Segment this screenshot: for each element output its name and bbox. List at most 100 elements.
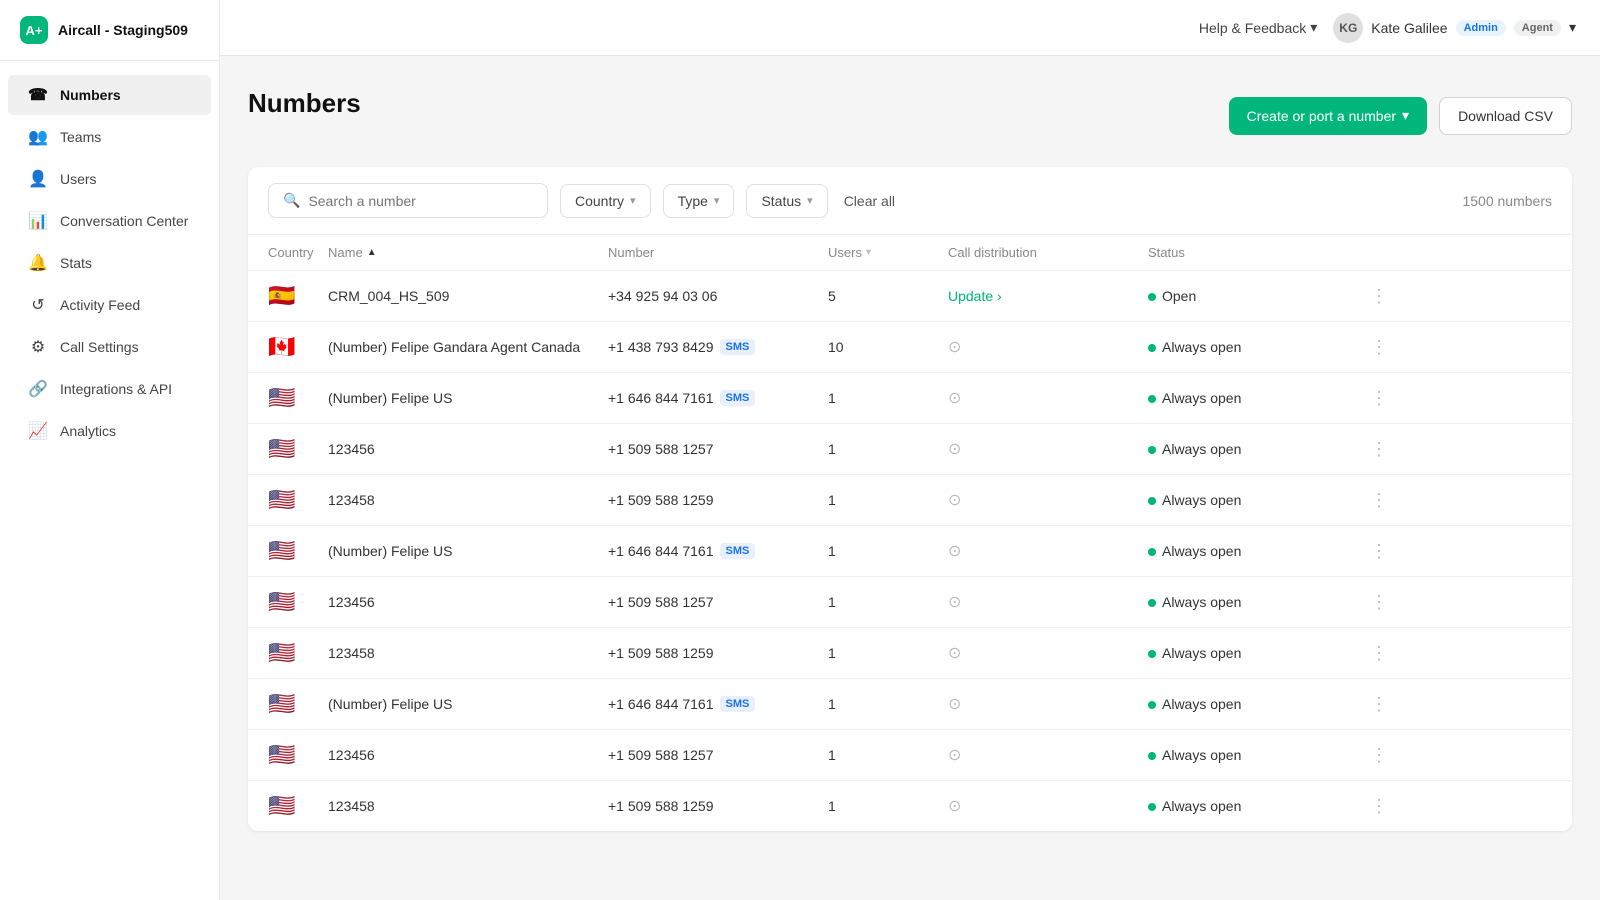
row-more-button[interactable]: ⋮	[1348, 796, 1388, 817]
row-distribution: ⊙	[948, 388, 1148, 408]
row-distribution: ⊙	[948, 694, 1148, 714]
status-dot	[1148, 803, 1156, 811]
sidebar-item-teams[interactable]: 👥 Teams	[8, 117, 211, 157]
table-row: 🇺🇸 (Number) Felipe US +1 646 844 7161SMS…	[248, 526, 1572, 577]
row-status: Always open	[1148, 492, 1348, 508]
sidebar-item-integrations[interactable]: 🔗 Integrations & API	[8, 369, 211, 409]
row-name: (Number) Felipe US	[328, 696, 608, 712]
help-label: Help & Feedback	[1199, 20, 1306, 36]
row-more-button[interactable]: ⋮	[1348, 592, 1388, 613]
col-status: Status	[1148, 245, 1348, 260]
status-filter-button[interactable]: Status ▾	[746, 184, 827, 218]
row-number: +1 509 588 1259	[608, 798, 828, 814]
user-menu[interactable]: KG Kate Galilee Admin Agent ▾	[1333, 13, 1576, 43]
help-feedback-button[interactable]: Help & Feedback ▾	[1199, 19, 1317, 36]
sms-badge: SMS	[720, 390, 756, 406]
topbar: Help & Feedback ▾ KG Kate Galilee Admin …	[220, 0, 1600, 56]
type-chevron-icon: ▾	[714, 194, 720, 207]
row-name: CRM_004_HS_509	[328, 288, 608, 304]
row-status: Always open	[1148, 543, 1348, 559]
row-more-button[interactable]: ⋮	[1348, 745, 1388, 766]
row-number: +1 646 844 7161SMS	[608, 696, 828, 712]
flag-icon: 🇨🇦	[268, 334, 328, 360]
row-more-button[interactable]: ⋮	[1348, 388, 1388, 409]
row-more-button[interactable]: ⋮	[1348, 337, 1388, 358]
row-name: (Number) Felipe US	[328, 543, 608, 559]
row-more-button[interactable]: ⋮	[1348, 541, 1388, 562]
table-row: 🇨🇦 (Number) Felipe Gandara Agent Canada …	[248, 322, 1572, 373]
row-more-button[interactable]: ⋮	[1348, 643, 1388, 664]
sms-badge: SMS	[720, 696, 756, 712]
user-name: Kate Galilee	[1371, 20, 1447, 36]
row-more-button[interactable]: ⋮	[1348, 694, 1388, 715]
search-icon: 🔍	[283, 192, 300, 209]
check-icon: ⊙	[948, 441, 961, 458]
activity-icon: ↺	[28, 295, 48, 315]
row-number: +1 646 844 7161SMS	[608, 543, 828, 559]
row-name: 123456	[328, 747, 608, 763]
row-users: 1	[828, 594, 948, 610]
row-distribution: ⊙	[948, 337, 1148, 357]
row-number: +1 509 588 1257	[608, 747, 828, 763]
search-input[interactable]	[308, 193, 533, 209]
status-dot	[1148, 497, 1156, 505]
update-link[interactable]: Update ›	[948, 288, 1148, 304]
table-body: 🇪🇸 CRM_004_HS_509 +34 925 94 03 06 5 Upd…	[248, 271, 1572, 831]
row-number: +1 509 588 1257	[608, 594, 828, 610]
row-users: 10	[828, 339, 948, 355]
flag-icon: 🇪🇸	[268, 283, 328, 309]
create-port-number-button[interactable]: Create or port a number ▾	[1229, 97, 1427, 135]
col-name-sort[interactable]: Name ▲	[328, 245, 608, 260]
sidebar-item-users[interactable]: 👤 Users	[8, 159, 211, 199]
col-country: Country	[268, 245, 328, 260]
sidebar-label-stats: Stats	[60, 255, 92, 271]
stats-icon: 🔔	[28, 253, 48, 273]
row-distribution: ⊙	[948, 745, 1148, 765]
status-dot	[1148, 650, 1156, 658]
check-icon: ⊙	[948, 747, 961, 764]
status-filter-label: Status	[761, 193, 801, 209]
download-csv-button[interactable]: Download CSV	[1439, 97, 1572, 135]
integrations-icon: 🔗	[28, 379, 48, 399]
search-box[interactable]: 🔍	[268, 183, 548, 218]
check-icon: ⊙	[948, 645, 961, 662]
row-name: 123458	[328, 492, 608, 508]
filters-panel: 🔍 Country ▾ Type ▾ Status ▾ Clear all 15…	[248, 167, 1572, 831]
type-filter-button[interactable]: Type ▾	[663, 184, 735, 218]
sidebar-label-users: Users	[60, 171, 97, 187]
table-row: 🇺🇸 123458 +1 509 588 1259 1 ⊙ Always ope…	[248, 475, 1572, 526]
row-name: 123458	[328, 798, 608, 814]
row-more-button[interactable]: ⋮	[1348, 286, 1388, 307]
flag-icon: 🇺🇸	[268, 793, 328, 819]
sidebar-item-numbers[interactable]: ☎ Numbers	[8, 75, 211, 115]
clear-all-button[interactable]: Clear all	[840, 185, 899, 217]
row-users: 1	[828, 798, 948, 814]
row-more-button[interactable]: ⋮	[1348, 439, 1388, 460]
table-row: 🇺🇸 123458 +1 509 588 1259 1 ⊙ Always ope…	[248, 628, 1572, 679]
country-filter-button[interactable]: Country ▾	[560, 184, 651, 218]
flag-icon: 🇺🇸	[268, 436, 328, 462]
row-number: +1 438 793 8429SMS	[608, 339, 828, 355]
status-chevron-icon: ▾	[807, 194, 813, 207]
row-status: Always open	[1148, 390, 1348, 406]
sidebar-item-analytics[interactable]: 📈 Analytics	[8, 411, 211, 451]
sidebar-item-activity-feed[interactable]: ↺ Activity Feed	[8, 285, 211, 325]
sidebar-item-call-settings[interactable]: ⚙ Call Settings	[8, 327, 211, 367]
row-distribution: ⊙	[948, 592, 1148, 612]
table-row: 🇺🇸 123456 +1 509 588 1257 1 ⊙ Always ope…	[248, 424, 1572, 475]
users-sort-icon: ▾	[866, 247, 871, 258]
flag-icon: 🇺🇸	[268, 538, 328, 564]
row-more-button[interactable]: ⋮	[1348, 490, 1388, 511]
sidebar-item-conversation-center[interactable]: 📊 Conversation Center	[8, 201, 211, 241]
row-users: 1	[828, 390, 948, 406]
row-users: 1	[828, 492, 948, 508]
status-dot	[1148, 548, 1156, 556]
check-icon: ⊙	[948, 594, 961, 611]
teams-icon: 👥	[28, 127, 48, 147]
check-icon: ⊙	[948, 339, 961, 356]
row-distribution[interactable]: Update ›	[948, 288, 1148, 304]
analytics-icon: 📈	[28, 421, 48, 441]
sidebar-item-stats[interactable]: 🔔 Stats	[8, 243, 211, 283]
user-chevron-icon: ▾	[1569, 19, 1576, 36]
col-users-sort[interactable]: Users ▾	[828, 245, 948, 260]
